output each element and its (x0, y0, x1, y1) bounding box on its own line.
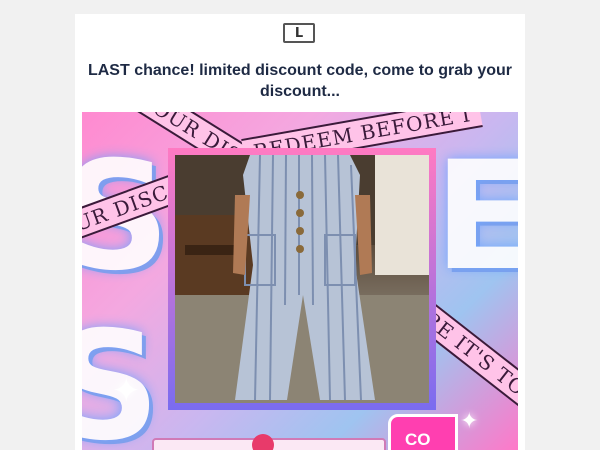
product-photo-frame (168, 148, 436, 410)
brand-logo[interactable]: L (283, 23, 315, 43)
banner-big-letter: E (434, 130, 518, 304)
coupon-cta-button[interactable]: CO (388, 414, 458, 450)
promo-banner[interactable]: S E S YOUR DISCO REDEEM BEFORE I UR DISC… (82, 112, 518, 450)
sparkle-icon: ✦ (112, 372, 141, 410)
headline: LAST chance! limited discount code, come… (87, 62, 513, 100)
coupon-ticket (152, 434, 386, 450)
logo-letter: L (294, 25, 304, 41)
ticket-dot (252, 434, 274, 450)
email-container: L LAST chance! limited discount code, co… (75, 14, 525, 450)
sparkle-icon: ✦ (460, 408, 479, 433)
jumpsuit-illustration (175, 155, 429, 403)
product-photo[interactable] (175, 155, 429, 403)
